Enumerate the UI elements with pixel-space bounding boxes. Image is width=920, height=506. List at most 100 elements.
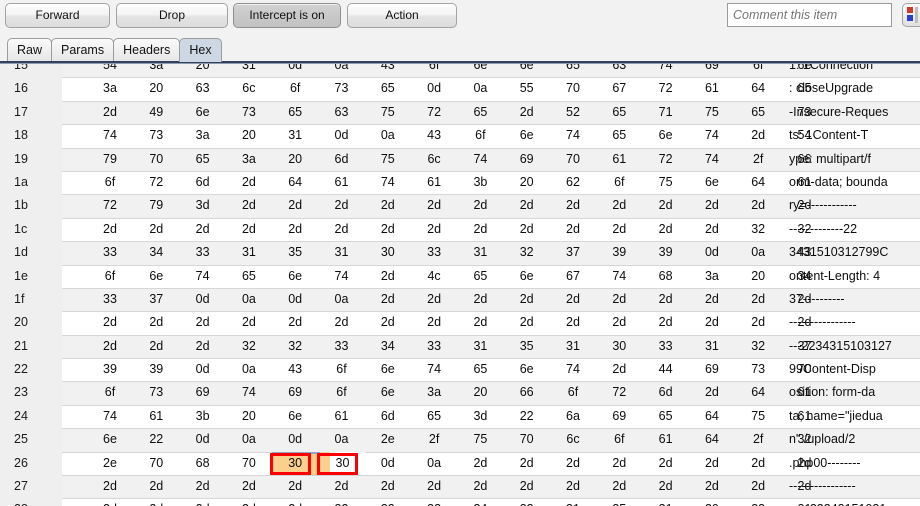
hex-byte-cell[interactable]: 2d	[735, 288, 781, 311]
hex-byte-cell[interactable]: 6e	[504, 358, 550, 381]
hex-byte-cell[interactable]: 61	[411, 171, 457, 194]
hex-byte-cell[interactable]: 33	[319, 335, 365, 358]
hex-byte-cell[interactable]: 20	[735, 265, 781, 288]
hex-byte-cell[interactable]: 0d	[272, 64, 318, 77]
hex-byte-cell[interactable]: 2d	[504, 194, 550, 217]
hex-byte-cell[interactable]: 2d	[365, 311, 411, 334]
hex-byte-cell[interactable]: 2d	[180, 218, 226, 241]
hex-byte-cell[interactable]: 64	[735, 381, 781, 404]
hex-byte-cell[interactable]: 73	[133, 124, 179, 147]
hex-row[interactable]: 18 74 73 3a 20 31 0d 0a 43 6f 6e 74 65 6e 74 2d 54 ts: 1C…	[0, 124, 920, 148]
hex-ascii-text[interactable]: 99Content-Disp	[789, 358, 920, 381]
hex-byte-cell[interactable]: 2d	[596, 218, 642, 241]
hex-byte-cell[interactable]: 2d	[550, 288, 596, 311]
hex-byte-cell[interactable]: 0a	[411, 452, 457, 475]
hex-byte-cell[interactable]: 31	[689, 335, 735, 358]
hex-byte-cell[interactable]: 2d	[457, 288, 503, 311]
hex-byte-cell[interactable]: 6a	[550, 405, 596, 428]
hex-byte-cell[interactable]: 2d	[504, 288, 550, 311]
hex-byte-cell[interactable]: 20	[226, 124, 272, 147]
hex-byte-cell[interactable]: 2d	[87, 311, 133, 334]
hex-byte-cell[interactable]: 2d	[689, 452, 735, 475]
hex-byte-cell[interactable]: 6e	[87, 428, 133, 451]
hex-byte-cell[interactable]: 6f	[735, 64, 781, 77]
hex-byte-cell[interactable]: 64	[689, 405, 735, 428]
hex-ascii-text[interactable]: -Insecure-Reques	[789, 101, 920, 124]
hex-byte-cell[interactable]: 74	[643, 64, 689, 77]
hex-byte-cell[interactable]: 2d	[411, 194, 457, 217]
hex-row[interactable]: 21 2d 2d 2d 32 32 33 34 33 31 35 31 30 33 31 32 37 ---223…	[0, 334, 920, 359]
hex-byte-cell[interactable]: 74	[411, 358, 457, 381]
hex-row[interactable]: 24 74 61 3b 20 6e 61 6d 65 3d 22 6a 69 65 64 75 61 ta; na…	[0, 404, 920, 429]
hex-byte-cell[interactable]: 65	[550, 64, 596, 77]
hex-byte-cell[interactable]: 6e	[504, 265, 550, 288]
hex-byte-cell[interactable]: 2d	[643, 288, 689, 311]
tab-hex[interactable]: Hex	[179, 38, 222, 62]
hex-byte-cell[interactable]: 63	[319, 101, 365, 124]
hex-byte-cell[interactable]: 32	[226, 335, 272, 358]
hex-byte-cell[interactable]: 6e	[272, 265, 318, 288]
hex-row[interactable]: 16 3a 20 63 6c 6f 73 65 0d 0a 55 70 67 72 61 64 65: clos…	[0, 77, 920, 101]
hex-byte-cell[interactable]: 0d	[319, 124, 365, 147]
hex-byte-cell[interactable]: 32	[272, 335, 318, 358]
hex-byte-cell[interactable]: 6f	[272, 77, 318, 100]
hex-byte-cell[interactable]: 3a	[87, 77, 133, 100]
hex-byte-cell[interactable]: 6f	[457, 124, 503, 147]
hex-byte-cell[interactable]: 0a	[226, 428, 272, 451]
hex-row[interactable]: 1f 33 37 0d 0a 0d 0a 2d 2d 2d 2d 2d 2d 2d 2d 2d 2d 37----…	[0, 287, 920, 312]
hex-byte-cell[interactable]: 35	[596, 498, 642, 506]
hex-byte-cell[interactable]: 2d	[643, 194, 689, 217]
hex-byte-cell[interactable]: 6e	[457, 64, 503, 77]
hex-ascii-text[interactable]: -----22343151031	[789, 498, 920, 506]
hex-byte-cell[interactable]: 68	[180, 452, 226, 475]
hex-row[interactable]: 1d 33 34 33 31 35 31 30 33 31 32 37 39 39 0d 0a 43 343151…	[0, 241, 920, 265]
hex-byte-cell[interactable]: 43	[272, 358, 318, 381]
hex-byte-cell[interactable]: 6d	[319, 148, 365, 171]
hex-byte-cell[interactable]: 2d	[272, 194, 318, 217]
hex-byte-cell[interactable]: 2d	[133, 498, 179, 506]
hex-row[interactable]: 1e 6f 6e 74 65 6e 74 2d 4c 65 6e 67 74 68 3a 20 34 ontent…	[0, 264, 920, 288]
hex-byte-cell[interactable]: 79	[87, 148, 133, 171]
hex-byte-cell[interactable]: 74	[689, 124, 735, 147]
hex-byte-cell[interactable]: 2d	[365, 218, 411, 241]
hex-byte-cell[interactable]: 2e	[87, 452, 133, 475]
hex-byte-cell[interactable]: 0d	[365, 452, 411, 475]
hex-byte-cell[interactable]: 68	[643, 265, 689, 288]
hex-byte-cell[interactable]: 3a	[226, 148, 272, 171]
hex-byte-cell[interactable]: 64	[689, 428, 735, 451]
hex-byte-cell[interactable]: 75	[365, 101, 411, 124]
hex-byte-cell[interactable]: 6e	[504, 124, 550, 147]
hex-byte-cell[interactable]: 73	[319, 77, 365, 100]
hex-byte-cell[interactable]: 2f	[735, 148, 781, 171]
hex-byte-cell[interactable]: 0a	[226, 358, 272, 381]
hex-byte-cell[interactable]: 75	[643, 171, 689, 194]
hex-byte-cell[interactable]: 2d	[504, 218, 550, 241]
hex-byte-cell[interactable]: 2d	[365, 265, 411, 288]
hex-byte-cell[interactable]: 65	[457, 265, 503, 288]
hex-byte-cell[interactable]: 2d	[226, 171, 272, 194]
hex-byte-cell[interactable]: 2d	[550, 194, 596, 217]
hex-byte-cell[interactable]: 22	[133, 428, 179, 451]
hex-byte-cell[interactable]: 32	[504, 241, 550, 264]
hex-byte-cell[interactable]: 31	[226, 241, 272, 264]
hex-byte-cell[interactable]: 6e	[133, 265, 179, 288]
hex-byte-cell[interactable]: 63	[596, 64, 642, 77]
hex-ascii-text[interactable]: ta; name="jiedua	[789, 405, 920, 428]
hex-byte-cell[interactable]: 0a	[226, 288, 272, 311]
hex-row[interactable]: 282d2d2d2d2d3232333433313531303331-----2…	[0, 498, 920, 506]
hex-byte-cell[interactable]: 20	[504, 171, 550, 194]
hex-byte-cell[interactable]: 67	[596, 77, 642, 100]
hex-byte-cell[interactable]: 3b	[457, 171, 503, 194]
hex-byte-cell[interactable]: 72	[643, 148, 689, 171]
hex-byte-cell[interactable]: 2d	[735, 311, 781, 334]
hex-ascii-text[interactable]: : closeUpgrade	[789, 77, 920, 100]
hex-byte-cell[interactable]: 35	[504, 335, 550, 358]
hex-byte-cell[interactable]: 2d	[133, 218, 179, 241]
hex-byte-cell[interactable]: 65	[735, 101, 781, 124]
hex-ascii-text[interactable]: ----------------	[789, 311, 920, 334]
hex-byte-cell[interactable]: 2d	[643, 311, 689, 334]
hex-byte-cell[interactable]: 6f	[596, 428, 642, 451]
hex-byte-cell[interactable]: 70	[550, 77, 596, 100]
hex-row[interactable]: 27 2d 2d 2d 2d 2d 2d 2d 2d 2d 2d 2d 2d 2d 2d 2d 2d ------…	[0, 475, 920, 499]
hex-byte-cell[interactable]: 66	[504, 381, 550, 404]
